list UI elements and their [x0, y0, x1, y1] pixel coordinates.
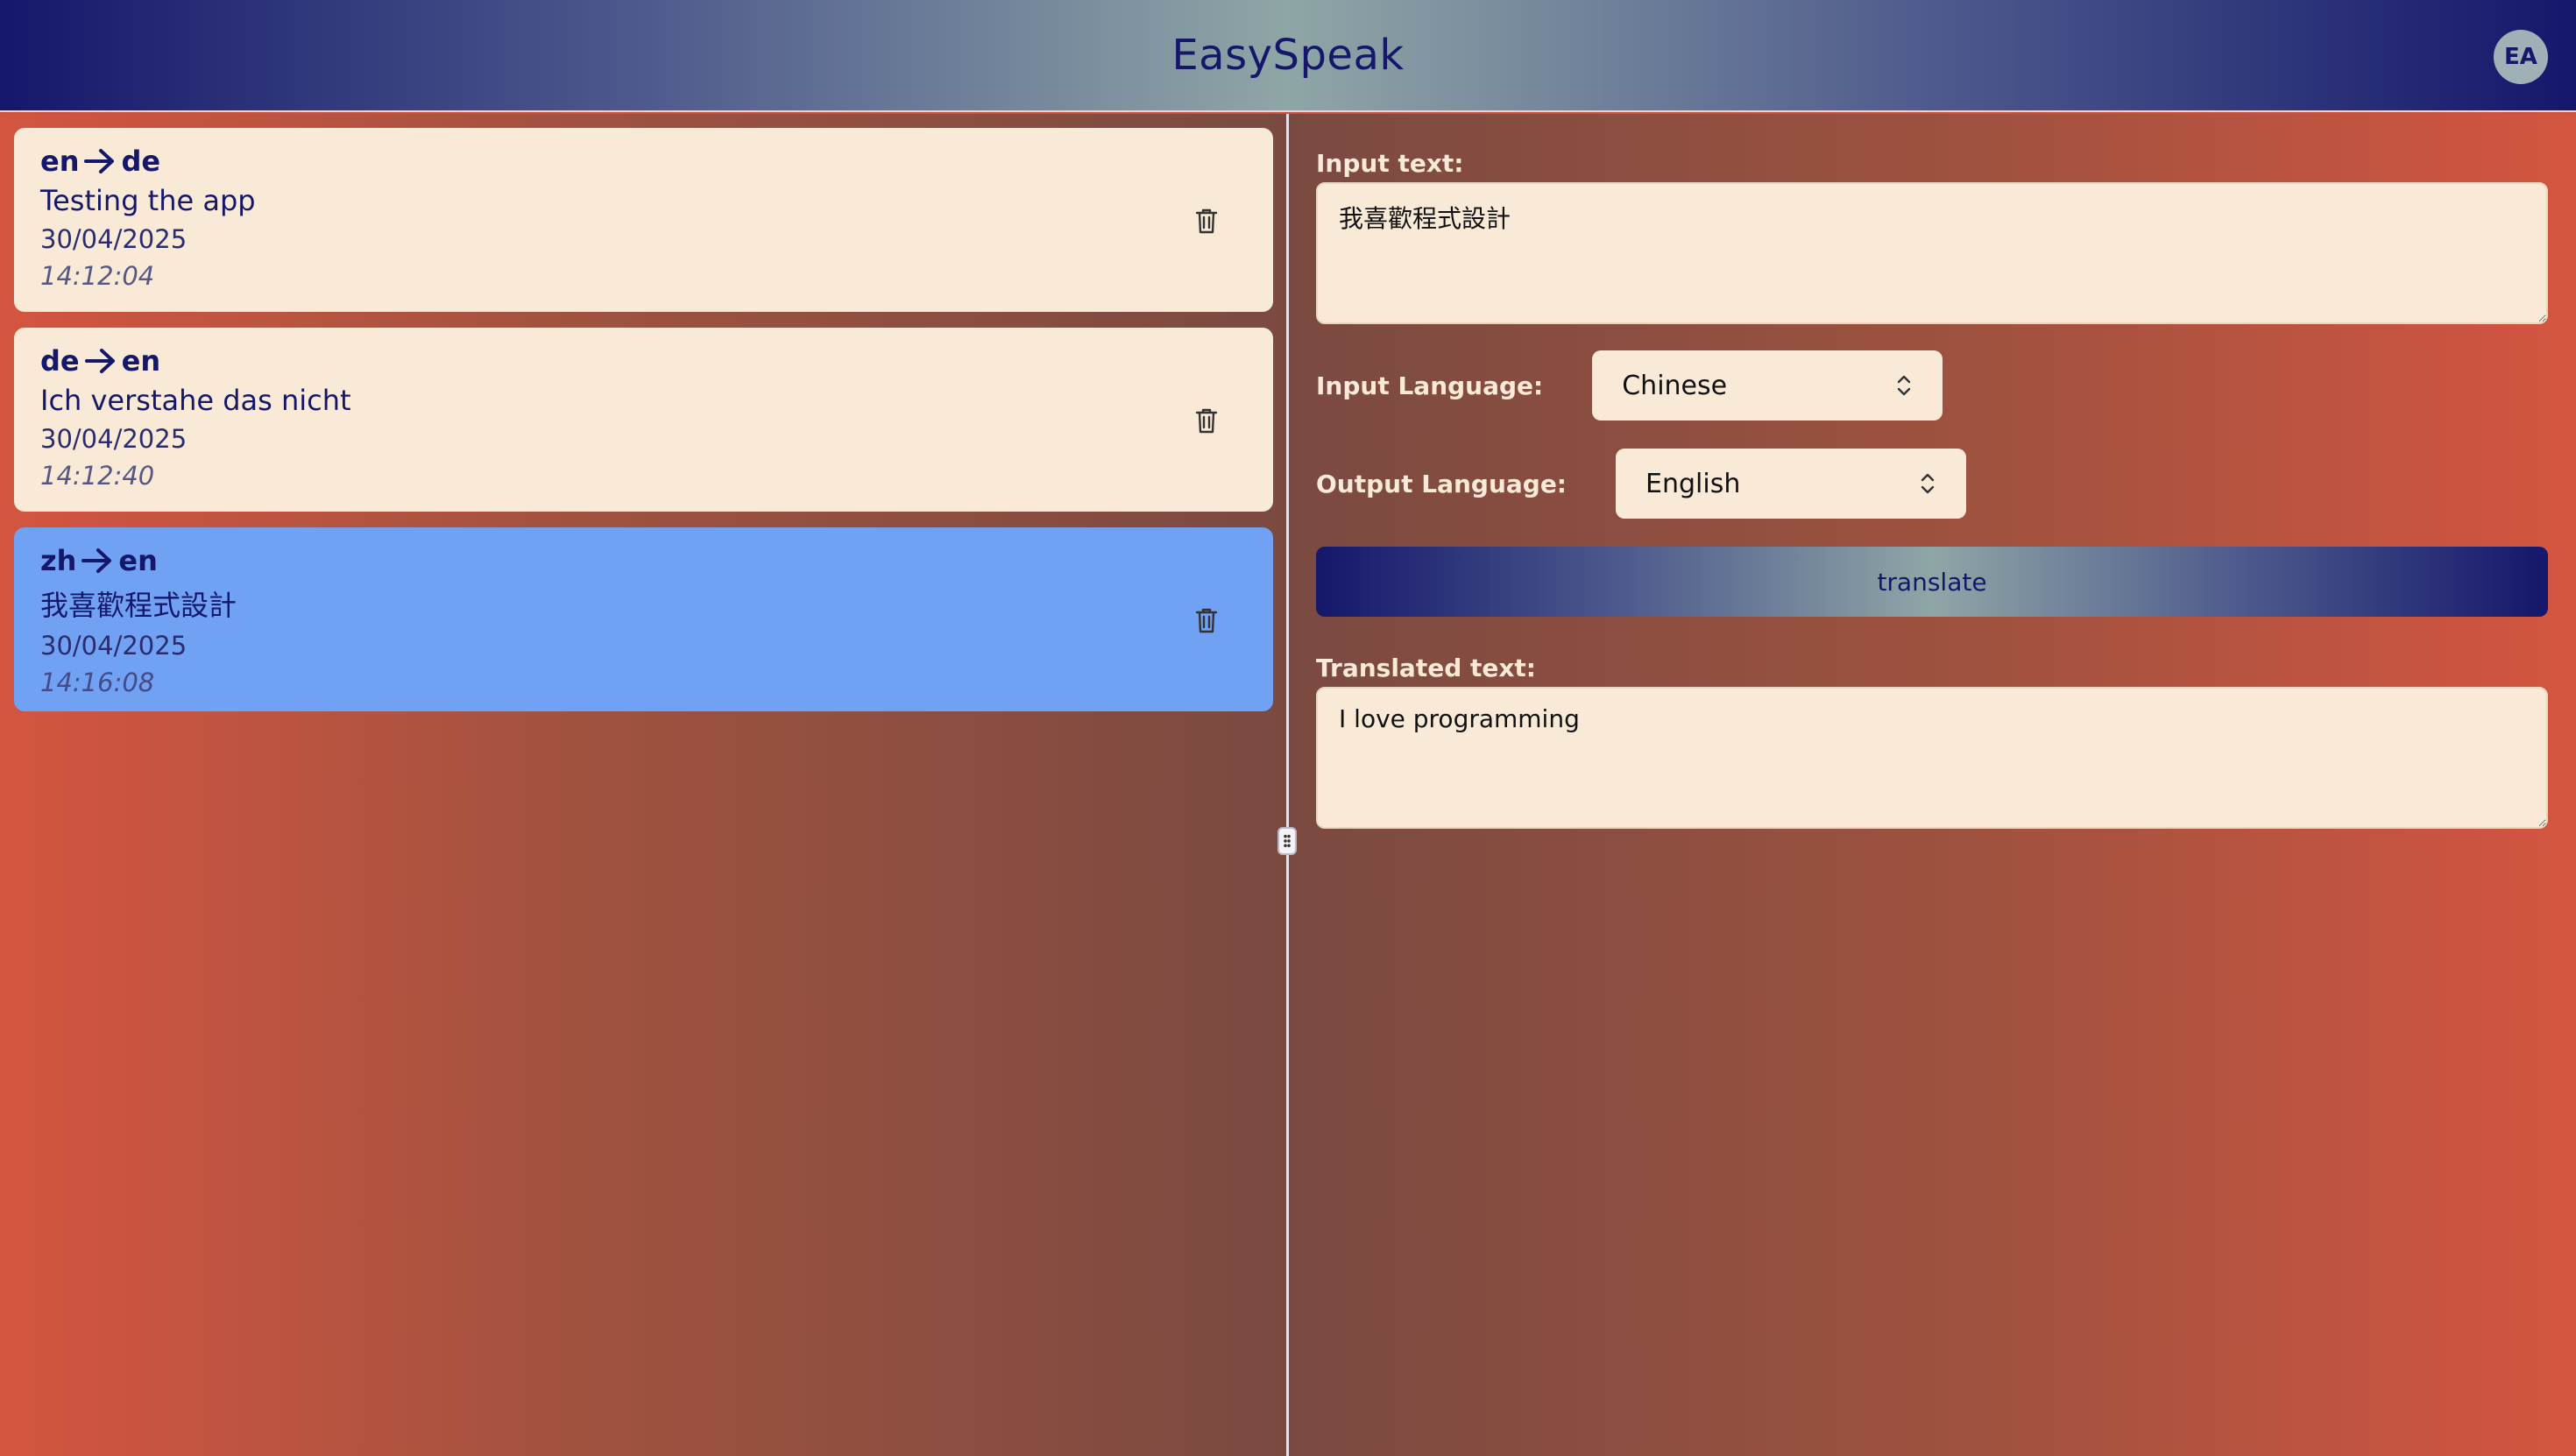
- source-language: de: [40, 344, 80, 378]
- history-date: 30/04/2025: [40, 424, 188, 454]
- panel-divider[interactable]: [1286, 114, 1289, 1456]
- history-card[interactable]: en de Testing the app 30/04/2025 14:12:0…: [14, 128, 1273, 312]
- history-time: 14:16:08: [40, 668, 155, 697]
- language-pair: en de: [40, 144, 1247, 179]
- delete-button[interactable]: [1191, 403, 1222, 438]
- delete-button[interactable]: [1191, 603, 1222, 638]
- source-language: en: [40, 145, 80, 178]
- delete-button[interactable]: [1191, 203, 1222, 238]
- input-language-value: Chinese: [1622, 370, 1728, 401]
- target-language: de: [121, 145, 161, 178]
- input-language-row: Input Language: Chinese: [1316, 350, 1943, 421]
- output-language-row: Output Language: English: [1316, 449, 1967, 519]
- history-date: 30/04/2025: [40, 224, 188, 254]
- history-card-selected[interactable]: zh en 我喜歡程式設計 30/04/2025 14:16:08: [14, 527, 1273, 711]
- translated-text-field[interactable]: I love programming: [1316, 687, 2548, 829]
- history-time: 14:12:40: [40, 461, 155, 491]
- history-text: 我喜歡程式設計: [40, 589, 237, 622]
- history-time: 14:12:04: [40, 261, 155, 291]
- input-text-label: Input text:: [1316, 149, 1464, 178]
- arrow-right-icon: [84, 149, 115, 173]
- user-avatar[interactable]: EA: [2494, 30, 2548, 84]
- chevron-up-down-icon: [1921, 473, 1935, 494]
- output-language-select[interactable]: English: [1616, 449, 1967, 519]
- history-text: Testing the app: [40, 184, 256, 217]
- history-card[interactable]: de en Ich verstahe das nicht 30/04/2025 …: [14, 328, 1273, 512]
- drag-handle-icon[interactable]: [1277, 827, 1297, 855]
- output-language-value: English: [1645, 468, 1741, 499]
- translate-button[interactable]: translate: [1316, 547, 2548, 617]
- language-pair: de en: [40, 343, 1247, 378]
- input-language-label: Input Language:: [1316, 371, 1544, 400]
- source-language: zh: [40, 544, 77, 577]
- language-pair: zh en: [40, 543, 1247, 578]
- trash-icon: [1195, 608, 1218, 633]
- history-date: 30/04/2025: [40, 631, 188, 661]
- chevron-up-down-icon: [1898, 375, 1911, 396]
- target-language: en: [121, 344, 161, 378]
- input-text-field[interactable]: 我喜歡程式設計: [1316, 182, 2548, 324]
- trash-icon: [1195, 408, 1218, 434]
- history-text: Ich verstahe das nicht: [40, 384, 351, 417]
- trash-icon: [1195, 209, 1218, 234]
- app-header: EasySpeak EA: [0, 0, 2576, 112]
- target-language: en: [118, 544, 158, 577]
- translated-text-label: Translated text:: [1316, 654, 1537, 682]
- output-language-label: Output Language:: [1316, 469, 1568, 498]
- arrow-right-icon: [84, 349, 115, 373]
- arrow-right-icon: [81, 548, 112, 573]
- history-list: en de Testing the app 30/04/2025 14:12:0…: [14, 128, 1273, 727]
- app-title: EasySpeak: [1171, 31, 1405, 80]
- input-language-select[interactable]: Chinese: [1592, 350, 1943, 421]
